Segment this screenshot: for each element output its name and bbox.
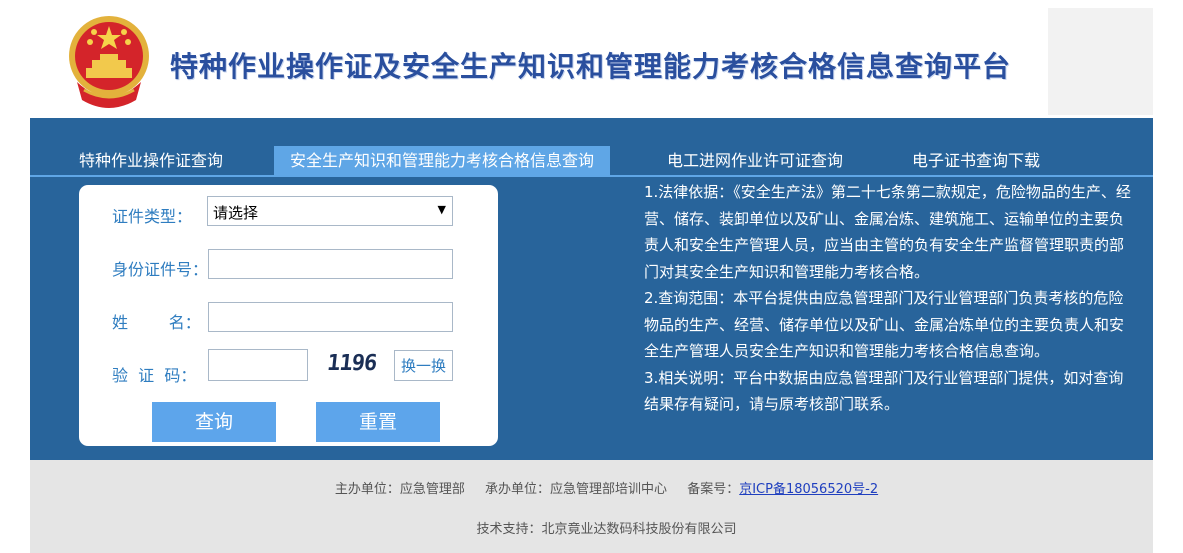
footer-organizer: 承办单位：应急管理部培训中心 (485, 482, 668, 497)
chevron-down-icon: ▼ (437, 203, 446, 216)
tab-bar: 特种作业操作证查询 安全生产知识和管理能力考核合格信息查询 电工进网作业许可证查… (30, 146, 1153, 175)
reset-button[interactable]: 重置 (316, 402, 440, 442)
page-title: 特种作业操作证及安全生产知识和管理能力考核合格信息查询平台 (170, 50, 1012, 83)
cert-type-label: 证件类型： (112, 207, 193, 226)
id-number-input[interactable] (208, 249, 453, 279)
tab-underline (30, 175, 1153, 177)
cert-type-selected-value: 请选择 (213, 204, 259, 222)
note-query-scope: 2.查询范围：本平台提供由应急管理部门及行业管理部门负责考核的危险物品的生产、经… (644, 289, 1125, 360)
query-button[interactable]: 查询 (152, 402, 276, 442)
footer: 主办单位：应急管理部 承办单位：应急管理部培训中心 备案号：京ICP备18056… (30, 460, 1153, 553)
cert-type-select[interactable]: 请选择 ▼ (207, 196, 453, 226)
footer-sponsor: 主办单位：应急管理部 (334, 482, 465, 497)
captcha-input[interactable] (208, 349, 308, 381)
tab-safety-knowledge[interactable]: 安全生产知识和管理能力考核合格信息查询 (274, 146, 611, 175)
footer-tech-support: 技术支持：北京竟业达数码科技股份有限公司 (476, 522, 737, 537)
tab-special-operation[interactable]: 特种作业操作证查询 (79, 146, 223, 175)
tab-electrician-permit[interactable]: 电工进网作业许可证查询 (667, 146, 843, 175)
footer-icp-label: 备案号： (687, 482, 740, 497)
captcha-image[interactable]: 1196 (326, 351, 387, 379)
footer-info-line: 主办单位：应急管理部 承办单位：应急管理部培训中心 备案号：京ICP备18056… (30, 478, 1183, 497)
footer-icp: 备案号：京ICP备18056520号-2 (687, 482, 878, 497)
captcha-label: 验 证 码： (112, 366, 197, 385)
id-number-label: 身份证件号： (112, 260, 209, 279)
tab-e-certificate[interactable]: 电子证书查询下载 (912, 146, 1040, 175)
icp-link[interactable]: 京ICP备18056520号-2 (739, 482, 878, 497)
name-input[interactable] (208, 302, 453, 332)
notes-panel: 1.法律依据：《安全生产法》第二十七条第二款规定，危险物品的生产、经营、储存、装… (644, 179, 1134, 418)
header-right-panel (1048, 8, 1153, 115)
note-legal-basis: 1.法律依据：《安全生产法》第二十七条第二款规定，危险物品的生产、经营、储存、装… (644, 183, 1131, 281)
note-related-info: 3.相关说明：平台中数据由应急管理部门及行业管理部门提供，如对查询结果存有疑问，… (644, 368, 1124, 414)
national-emblem-icon (69, 16, 149, 108)
refresh-captcha-button[interactable]: 换一换 (394, 350, 453, 381)
name-label: 姓 名： (112, 313, 201, 332)
